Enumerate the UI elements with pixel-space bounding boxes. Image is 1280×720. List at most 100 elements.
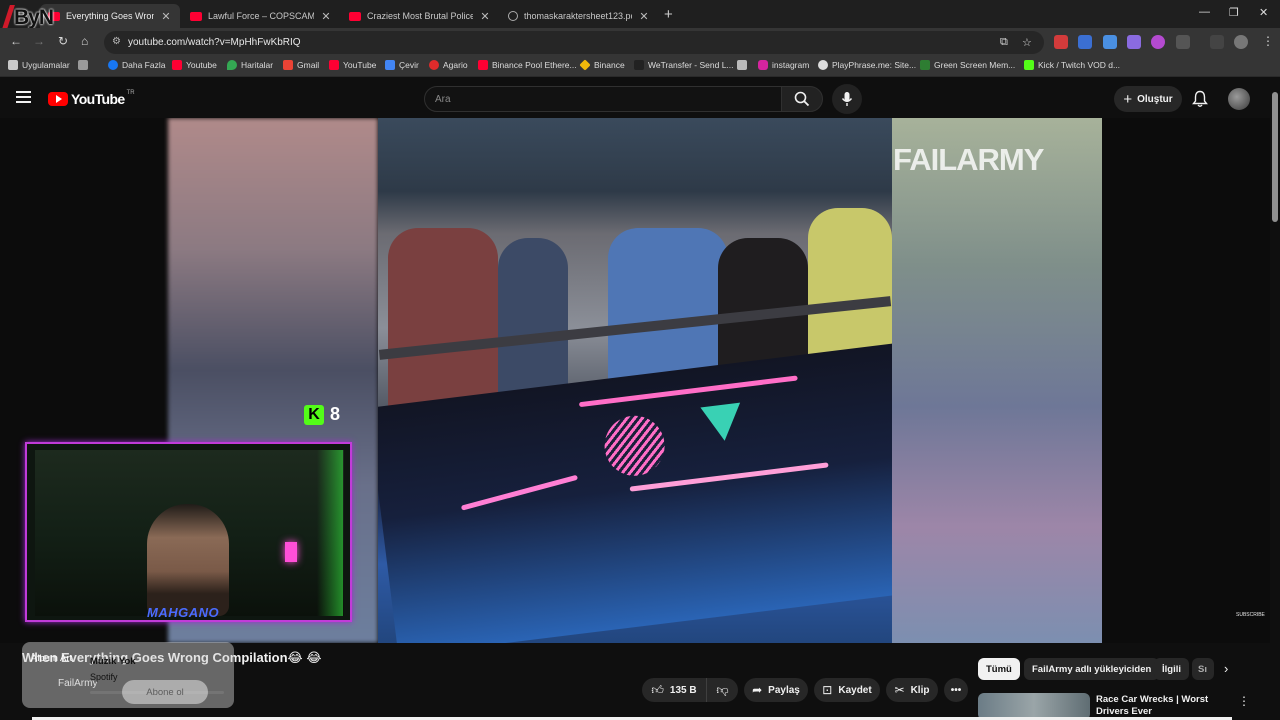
browser-menu-icon[interactable]: ⋮: [1262, 34, 1274, 48]
youtube-wordmark: YouTube: [71, 91, 125, 107]
bookmark-more[interactable]: Daha Fazla: [108, 60, 165, 70]
bookmark-wetransfer[interactable]: WeTransfer - Send L...: [634, 60, 734, 70]
greenscreen-icon: [920, 60, 930, 70]
tab-title: Lawful Force – COPSCAM - YouTube: [208, 11, 314, 21]
tab-pdf[interactable]: thomaskaraktersheet123.pdf ✕: [500, 4, 658, 28]
bookmark-maps[interactable]: Haritalar: [227, 60, 273, 70]
extension-pen-icon[interactable]: [1127, 35, 1141, 49]
hamburger-menu-icon[interactable]: [16, 91, 31, 106]
bookmark-instagram[interactable]: instagram: [758, 60, 809, 70]
close-tab-icon[interactable]: ✕: [160, 10, 172, 23]
user-avatar[interactable]: [1228, 88, 1250, 110]
back-arrow-icon[interactable]: ←: [10, 34, 22, 48]
voice-search-button[interactable]: [832, 84, 862, 114]
address-bar[interactable]: ⚙ youtube.com/watch?v=MpHhFwKbRIQ ⧉ ☆: [104, 31, 1044, 54]
search-button[interactable]: [781, 86, 823, 112]
bookmark-youtube-2[interactable]: YouTube: [329, 60, 376, 70]
notifications-button[interactable]: [1192, 90, 1208, 113]
bookmark-doc[interactable]: [737, 60, 751, 70]
extension-counter-icon[interactable]: [1103, 35, 1117, 49]
failarmy-watermark: FAILARMY: [893, 142, 1044, 177]
viewer-count: 8: [330, 404, 341, 424]
artist-name: Spotify: [90, 672, 118, 682]
video-frame: [378, 118, 892, 643]
youtube-favicon-icon: [190, 11, 202, 21]
maps-pin-icon: [227, 60, 237, 70]
webcam-overlay: MAHGANO: [25, 442, 352, 622]
bookmark-star-icon[interactable]: ☆: [1022, 36, 1032, 49]
extension-profile-icon[interactable]: [1151, 35, 1165, 49]
close-tab-icon[interactable]: ✕: [320, 10, 332, 23]
tab-copscam[interactable]: Lawful Force – COPSCAM - YouTube ✕: [182, 4, 340, 28]
forward-arrow-icon[interactable]: →: [33, 34, 45, 48]
chip-related[interactable]: İlgili: [1154, 658, 1189, 680]
new-tab-plus-icon[interactable]: +: [664, 6, 673, 23]
create-button[interactable]: + Oluştur: [1114, 86, 1182, 112]
subscribe-button[interactable]: Abone ol: [122, 680, 208, 704]
bookmark-greenscreen[interactable]: Green Screen Mem...: [920, 60, 1015, 70]
instagram-icon: [758, 60, 768, 70]
bookmark-binance-pool[interactable]: Binance Pool Ethere...: [478, 60, 577, 70]
bookmark-label: Gmail: [297, 60, 320, 70]
minimize-icon[interactable]: —: [1199, 6, 1210, 18]
document-icon: [737, 60, 747, 70]
recommended-title[interactable]: Race Car Wrecks | Worst Drivers Ever: [1096, 694, 1236, 718]
reload-icon[interactable]: ↻: [58, 34, 68, 48]
create-label: Oluştur: [1137, 93, 1173, 105]
spotify-now-playing-widget: Album Art Müzik Yok Spotify Abone ol: [22, 642, 234, 708]
site-info-icon[interactable]: ⚙: [112, 36, 121, 47]
bookmark-grid[interactable]: [78, 60, 92, 70]
close-tab-icon[interactable]: ✕: [638, 10, 650, 23]
scrollbar-thumb[interactable]: [1272, 92, 1278, 222]
profile-avatar-icon[interactable]: [1234, 35, 1248, 49]
chevron-right-icon[interactable]: ›: [1224, 661, 1228, 676]
apps-grid-icon: [8, 60, 18, 70]
media-control-icon[interactable]: [1210, 35, 1224, 49]
tab-police[interactable]: Craziest Most Brutal Police Da... ✕: [341, 4, 499, 28]
chip-from-uploader[interactable]: FailArmy adlı yükleyiciden: [1024, 658, 1160, 680]
extension-translate-icon[interactable]: [1078, 35, 1092, 49]
bookmark-translate[interactable]: Çevir: [385, 60, 419, 70]
dislike-button[interactable]: 👎︎: [706, 678, 738, 702]
close-window-icon[interactable]: ✕: [1259, 6, 1268, 19]
bookmark-apps[interactable]: Uygulamalar: [8, 60, 70, 70]
subscribe-watermark: SUBSCRIBE: [1236, 612, 1265, 618]
bookmark-label: instagram: [772, 60, 810, 70]
url-text: youtube.com/watch?v=MpHhFwKbRIQ: [128, 37, 301, 48]
share-arrow-icon: ➦: [752, 683, 763, 697]
green-light: [317, 450, 343, 616]
youtube-logo[interactable]: YouTube TR: [48, 90, 135, 107]
extensions-puzzle-icon[interactable]: [1176, 35, 1190, 49]
close-tab-icon[interactable]: ✕: [479, 10, 491, 23]
bookmark-playphrase[interactable]: PlayPhrase.me: Site...: [818, 60, 916, 70]
bookmark-kick[interactable]: Kick / Twitch VOD d...: [1024, 60, 1120, 70]
search-input[interactable]: Ara: [424, 86, 782, 112]
search-icon: [794, 91, 810, 107]
bookmark-binance[interactable]: Binance: [579, 59, 625, 71]
clip-button[interactable]: ✂ Klip: [886, 678, 938, 702]
page-scrollbar[interactable]: [1270, 80, 1280, 720]
bookmark-agario[interactable]: Agario: [429, 60, 468, 70]
bookmark-label: Haritalar: [241, 60, 274, 70]
save-button[interactable]: ⊡ Kaydet: [814, 678, 880, 702]
chip-truncated[interactable]: Sı: [1192, 658, 1214, 680]
clip-label: Klip: [910, 684, 930, 696]
restore-icon[interactable]: ❐: [1229, 6, 1239, 19]
extension-new-icon[interactable]: [1054, 35, 1068, 49]
more-vertical-icon[interactable]: ⋮: [1238, 694, 1250, 708]
home-icon[interactable]: ⌂: [81, 34, 88, 48]
recommended-thumbnail[interactable]: [978, 693, 1090, 720]
bookmark-label: Agario: [443, 60, 468, 70]
triangle-graphic: [700, 402, 745, 444]
bookmark-gmail[interactable]: Gmail: [283, 60, 319, 70]
like-button[interactable]: 👍︎ 135 B: [642, 678, 706, 702]
bookmark-label: Binance: [594, 60, 625, 70]
install-icon[interactable]: ⧉: [1000, 36, 1008, 49]
share-button[interactable]: ➦ Paylaş: [744, 678, 808, 702]
album-art-placeholder: Album Art: [31, 653, 73, 664]
more-actions-button[interactable]: •••: [944, 678, 968, 702]
tab-title: Craziest Most Brutal Police Da...: [367, 11, 473, 21]
person-yellow: [808, 208, 892, 368]
bookmark-youtube[interactable]: Youtube: [172, 60, 217, 70]
chip-all[interactable]: Tümü: [978, 658, 1020, 680]
